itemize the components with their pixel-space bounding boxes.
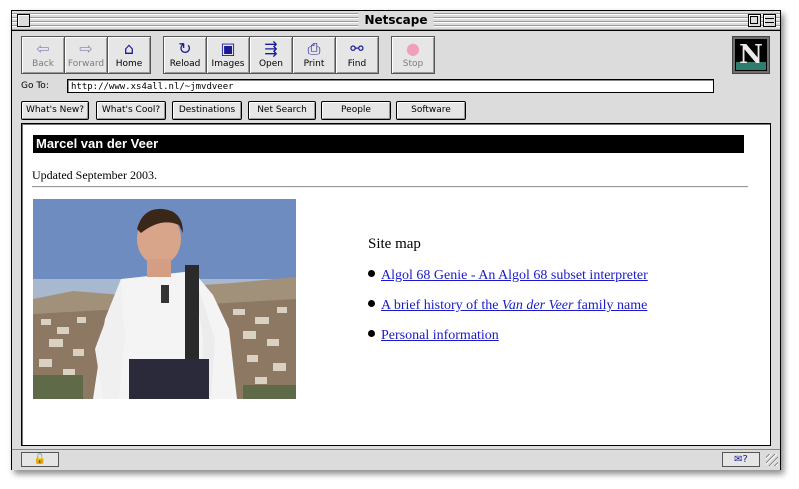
portrait-photo	[33, 199, 296, 399]
window-title: Netscape	[358, 12, 434, 29]
link-family-history-italic: Van der Veer	[501, 298, 574, 313]
title-bar[interactable]: Netscape	[12, 11, 780, 31]
windowshade-box[interactable]	[763, 14, 776, 27]
find-binoculars-icon: ⚯	[350, 39, 364, 58]
back-arrow-icon: ⇦	[36, 39, 50, 58]
link-family-history-before: A brief history of the	[381, 298, 502, 313]
location-input[interactable]: http://www.xs4all.nl/~jmvdveer	[67, 79, 714, 93]
sitemap-item-personal: Personal information	[368, 328, 499, 344]
reload-label: Reload	[169, 59, 201, 69]
bullet-icon	[368, 300, 375, 307]
updated-text: Updated September 2003.	[32, 168, 157, 182]
portrait-photo-art	[33, 199, 296, 399]
bullet-icon	[368, 270, 375, 277]
link-personal-information[interactable]: Personal information	[381, 328, 499, 343]
print-button[interactable]: ⎙ Print	[292, 36, 336, 74]
status-bar: 🔓 ✉?	[12, 449, 780, 470]
horizontal-rule	[32, 186, 748, 188]
open-button[interactable]: ⇶ Open	[249, 36, 293, 74]
stop-label: Stop	[402, 59, 424, 69]
find-label: Find	[347, 59, 367, 69]
sitemap-item-algol: Algol 68 Genie - An Algol 68 subset inte…	[368, 268, 648, 284]
reload-icon: ↻	[178, 39, 192, 58]
images-icon: ▣	[220, 39, 236, 58]
page-heading: Marcel van der Veer	[33, 135, 744, 153]
print-label: Print	[303, 59, 325, 69]
link-algol-68-genie[interactable]: Algol 68 Genie - An Algol 68 subset inte…	[381, 268, 648, 283]
home-label: Home	[115, 59, 143, 69]
goto-label: Go To:	[21, 81, 49, 91]
link-family-history-after: family name	[573, 298, 648, 313]
zoom-box[interactable]	[748, 14, 761, 27]
page-content: Marcel van der Veer Updated September 20…	[21, 123, 771, 446]
whats-new-button[interactable]: What's New?	[21, 101, 89, 120]
security-lock-icon[interactable]: 🔓	[21, 452, 59, 467]
destinations-button[interactable]: Destinations	[172, 101, 242, 120]
software-button[interactable]: Software	[396, 101, 466, 120]
home-button[interactable]: ⌂ Home	[107, 36, 151, 74]
logo-letter: N	[739, 40, 763, 70]
images-label: Images	[211, 59, 245, 69]
netscape-logo[interactable]: N	[732, 36, 770, 74]
mail-icon[interactable]: ✉?	[722, 452, 760, 467]
back-button[interactable]: ⇦ Back	[21, 36, 65, 74]
home-icon: ⌂	[123, 39, 135, 58]
open-label: Open	[258, 59, 284, 69]
net-search-button[interactable]: Net Search	[248, 101, 316, 120]
people-button[interactable]: People	[321, 101, 391, 120]
bullet-icon	[368, 330, 375, 337]
forward-label: Forward	[67, 59, 105, 69]
stop-icon: ●	[406, 39, 420, 58]
reload-button[interactable]: ↻ Reload	[163, 36, 207, 74]
resize-grip-icon[interactable]	[766, 454, 778, 466]
stop-button[interactable]: ● Stop	[391, 36, 435, 74]
browser-window: Netscape ⇦ Back ⇨ Forward ⌂ Home ↻ Reloa…	[11, 10, 781, 470]
images-button[interactable]: ▣ Images	[206, 36, 250, 74]
find-button[interactable]: ⚯ Find	[335, 36, 379, 74]
open-icon: ⇶	[264, 39, 278, 58]
forward-arrow-icon: ⇨	[79, 39, 93, 58]
close-box[interactable]	[17, 14, 30, 27]
whats-cool-button[interactable]: What's Cool?	[96, 101, 166, 120]
sitemap-item-history: A brief history of the Van der Veer fami…	[368, 298, 647, 314]
print-icon: ⎙	[307, 39, 321, 58]
sitemap-title: Site map	[368, 236, 421, 252]
link-family-history[interactable]: A brief history of the Van der Veer fami…	[381, 298, 647, 313]
back-label: Back	[32, 59, 54, 69]
forward-button[interactable]: ⇨ Forward	[64, 36, 108, 74]
